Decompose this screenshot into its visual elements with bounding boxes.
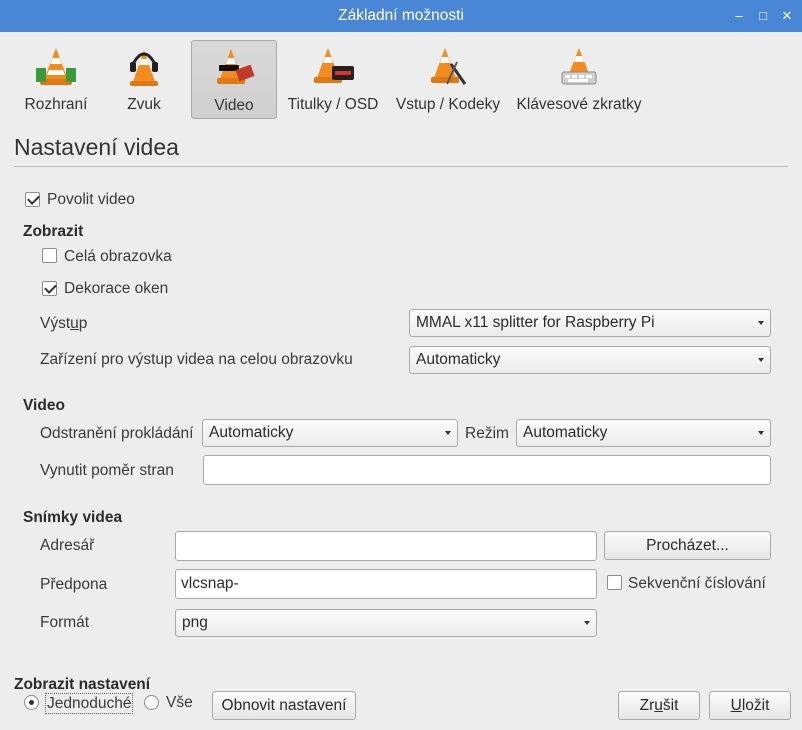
video-section-heading: Video <box>23 397 65 414</box>
output-select[interactable]: MMAL x11 splitter for Raspberry Pi <box>409 309 771 337</box>
vlc-cone-hotkeys-icon <box>561 48 597 85</box>
category-interface[interactable]: Rozhraní <box>17 40 95 119</box>
fullscreen-device-select-value: Automaticky <box>416 351 501 368</box>
category-label: Klávesové zkratky <box>516 96 642 113</box>
all-settings-radio[interactable] <box>144 695 159 710</box>
category-label: Zvuk <box>127 96 161 113</box>
fullscreen-label: Celá obrazovka <box>64 248 172 265</box>
chevron-down-icon <box>758 358 764 362</box>
chevron-down-icon <box>758 321 764 325</box>
window-title: Základní možnosti <box>338 7 464 24</box>
fullscreen-device-select[interactable]: Automaticky <box>409 346 771 374</box>
reset-preferences-button[interactable]: Obnovit nastavení <box>212 691 356 720</box>
deinterlace-mode-select[interactable]: Automaticky <box>516 419 771 447</box>
close-button[interactable]: ✕ <box>776 0 798 32</box>
chevron-down-icon <box>758 431 764 435</box>
minimize-button[interactable]: ‒ <box>728 0 750 32</box>
directory-label: Adresář <box>40 537 95 554</box>
category-input-codecs[interactable]: Vstup / Kodeky <box>392 40 504 119</box>
aspect-ratio-label: Vynutit poměr stran <box>40 462 174 479</box>
category-video[interactable]: Video <box>191 40 277 119</box>
category-subtitles-osd[interactable]: Titulky / OSD <box>283 40 383 119</box>
vlc-cone-input-icon <box>431 48 467 85</box>
all-settings-label: Vše <box>166 694 193 711</box>
simple-settings-label: Jednoduché <box>45 693 134 714</box>
prefix-label: Předpona <box>40 576 108 593</box>
deinterlace-select-value: Automaticky <box>209 424 294 441</box>
show-settings-heading: Zobrazit nastavení <box>14 676 151 693</box>
cancel-button[interactable]: Zrušit <box>618 691 700 720</box>
chevron-down-icon <box>584 621 590 625</box>
vlc-cone-video-icon <box>217 49 255 84</box>
snapshots-section-heading: Snímky videa <box>23 509 123 526</box>
vlc-cone-headphones-icon <box>130 50 158 86</box>
aspect-ratio-input[interactable] <box>203 455 771 485</box>
save-button[interactable]: Uložit <box>709 691 791 720</box>
deinterlace-label: Odstranění prokládání <box>40 425 194 442</box>
window-decorations-checkbox[interactable] <box>42 281 57 296</box>
deinterlace-select[interactable]: Automaticky <box>202 419 458 447</box>
deinterlace-mode-select-value: Automaticky <box>523 424 608 441</box>
category-hotkeys[interactable]: Klávesové zkratky <box>514 40 644 119</box>
format-label: Formát <box>40 614 90 631</box>
format-select-value: png <box>182 614 208 631</box>
vlc-cone-interface-icon <box>36 48 76 85</box>
title-divider <box>14 166 788 167</box>
enable-video-label: Povolit video <box>47 191 135 208</box>
window-decorations-label: Dekorace oken <box>64 280 169 297</box>
fullscreen-checkbox[interactable] <box>42 248 57 263</box>
simple-settings-radio[interactable] <box>24 695 39 710</box>
display-section-heading: Zobrazit <box>23 223 84 240</box>
prefix-input[interactable]: vlcsnap- <box>175 569 597 599</box>
maximize-button[interactable]: □ <box>752 0 774 32</box>
category-label: Vstup / Kodeky <box>395 96 501 113</box>
vlc-cone-subtitles-icon <box>314 48 354 83</box>
output-select-value: MMAL x11 splitter for Raspberry Pi <box>416 314 655 331</box>
enable-video-checkbox[interactable] <box>25 192 40 207</box>
deinterlace-mode-label: Režim <box>465 425 509 442</box>
directory-input[interactable] <box>175 531 597 561</box>
window-titlebar[interactable]: Základní možnosti <box>0 0 802 32</box>
browse-button[interactable]: Procházet... <box>604 531 771 560</box>
chevron-down-icon <box>445 431 451 435</box>
fullscreen-device-label: Zařízení pro výstup videa na celou obraz… <box>40 351 353 368</box>
category-label: Rozhraní <box>24 96 88 113</box>
sequential-numbering-label: Sekvenční číslování <box>628 575 766 592</box>
category-label: Titulky / OSD <box>287 96 379 113</box>
output-label: Výstup <box>40 315 88 332</box>
category-label: Video <box>214 97 254 114</box>
format-select[interactable]: png <box>175 609 597 637</box>
sequential-numbering-checkbox[interactable] <box>607 575 622 590</box>
category-audio[interactable]: Zvuk <box>112 40 176 119</box>
page-title: Nastavení videa <box>14 134 179 160</box>
